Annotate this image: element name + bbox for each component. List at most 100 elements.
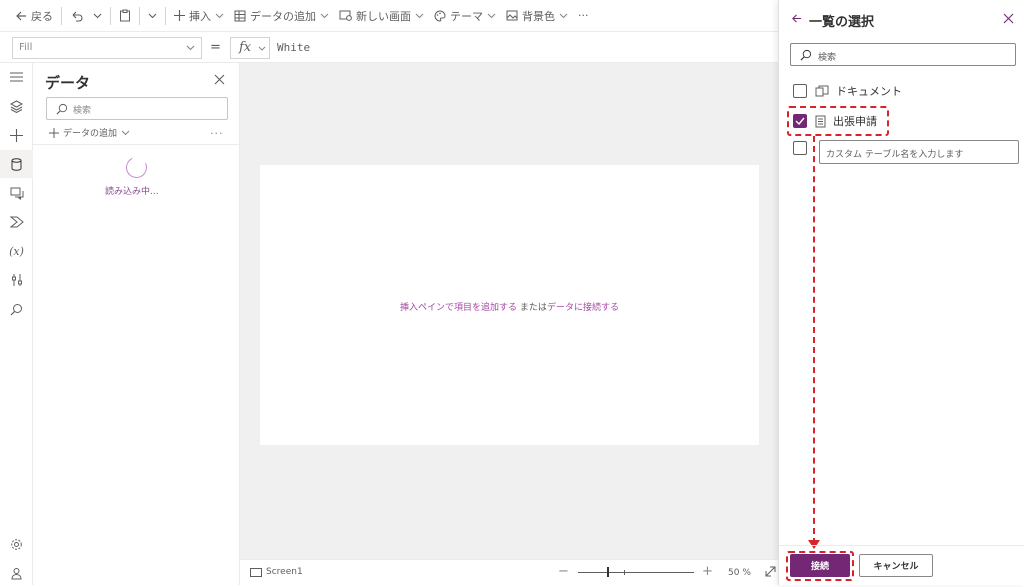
checkbox[interactable] (793, 84, 807, 98)
status-bar: Screen1 − + 50 % (240, 559, 778, 585)
left-rail: (x) (0, 63, 33, 585)
formula-input[interactable]: White (277, 41, 310, 54)
advanced-tools-rail-button[interactable] (0, 266, 33, 294)
plus-icon (174, 10, 185, 21)
panel-title: 一覧の選択 (809, 15, 875, 30)
hamburger-menu-button[interactable] (0, 63, 33, 91)
canvas-hint: 挿入ペインで項目を追加する またはデータに接続する (260, 300, 759, 313)
new-screen-button[interactable]: 新しい画面 (334, 0, 429, 32)
zoom-slider-thumb[interactable] (607, 567, 609, 577)
search-rail-button[interactable] (0, 295, 33, 323)
add-data-label: データの追加 (250, 9, 316, 23)
document-library-icon (815, 85, 829, 97)
background-color-label: 背景色 (522, 9, 555, 23)
tools-icon (11, 274, 22, 286)
connect-button[interactable]: 接続 (790, 554, 850, 577)
divider (33, 144, 240, 145)
new-screen-icon (339, 10, 352, 21)
panel-footer: 接続 キャンセル (779, 545, 1024, 585)
search-icon (56, 103, 68, 115)
command-bar: 戻る 挿入 データの追加 新しい画面 テーマ 背景色 ··· (0, 0, 778, 32)
connect-data-link[interactable]: データに接続する (547, 303, 619, 313)
loading-text: 読み込み中... (105, 187, 159, 197)
data-search-input[interactable]: 検索 (46, 97, 228, 120)
chevron-down-icon (121, 130, 130, 135)
background-color-button[interactable]: 背景色 (501, 0, 573, 32)
bot-icon (11, 567, 22, 579)
custom-table-name-input[interactable]: カスタム テーブル名を入力します (819, 140, 1019, 164)
back-label: 戻る (31, 9, 53, 23)
media-rail-button[interactable] (0, 179, 33, 207)
highlight-annotation (787, 106, 889, 136)
theme-label: テーマ (450, 9, 483, 23)
panel-back-button[interactable] (791, 13, 802, 24)
table-search-placeholder: 検索 (818, 53, 837, 63)
undo-button[interactable] (65, 0, 88, 32)
hamburger-icon (10, 72, 23, 82)
power-automate-rail-button[interactable] (0, 208, 33, 236)
panel-close-button[interactable] (1003, 13, 1014, 24)
new-screen-label: 新しい画面 (356, 9, 411, 23)
checkbox[interactable] (793, 141, 807, 155)
paste-button[interactable] (114, 0, 136, 32)
table-search-input[interactable]: 検索 (790, 43, 1016, 66)
chevron-down-icon (215, 13, 224, 18)
arrow-left-icon (16, 11, 26, 20)
screen-selector[interactable]: Screen1 (250, 567, 303, 577)
paste-dropdown[interactable] (143, 0, 162, 32)
media-icon (10, 187, 23, 200)
custom-table-row (793, 141, 807, 155)
zoom-in-button[interactable]: + (702, 564, 713, 579)
back-button[interactable]: 戻る (10, 0, 58, 32)
table-icon (234, 10, 246, 21)
screen-canvas[interactable]: 挿入ペインで項目を追加する またはデータに接続する (260, 165, 759, 445)
function-button[interactable]: fx (230, 37, 270, 59)
settings-rail-button[interactable] (0, 530, 33, 558)
screen-icon (250, 567, 262, 577)
data-pane-more-button[interactable]: ··· (210, 127, 224, 140)
virtual-agent-rail-button[interactable] (0, 559, 33, 587)
more-commands-label: ··· (578, 9, 589, 22)
screen-name: Screen1 (266, 567, 303, 577)
cancel-button[interactable]: キャンセル (859, 554, 933, 577)
theme-button[interactable]: テーマ (429, 0, 501, 32)
fit-to-window-button[interactable] (765, 566, 776, 577)
palette-icon (434, 9, 446, 22)
background-image-icon (506, 10, 518, 21)
choose-table-panel: 一覧の選択 検索 ドキュメント 出張申請 カスタム テーブル名を入力します 接続… (778, 0, 1024, 585)
toolbar-divider (139, 6, 140, 25)
zoom-out-button[interactable]: − (558, 564, 569, 579)
zoom-level: 50 % (728, 568, 751, 578)
chevron-down-icon (148, 13, 157, 18)
chevron-down-icon (487, 13, 496, 18)
insert-button[interactable]: 挿入 (169, 0, 229, 32)
toolbar-divider (61, 6, 62, 25)
search-icon (10, 303, 22, 315)
undo-icon (72, 11, 83, 22)
property-dropdown[interactable]: Fill (12, 37, 202, 59)
clipboard-icon (120, 9, 130, 22)
data-search-placeholder: 検索 (73, 106, 92, 116)
add-data-button[interactable]: データの追加 (229, 0, 334, 32)
power-automate-icon (9, 216, 24, 228)
variables-rail-button[interactable]: (x) (0, 237, 33, 265)
data-rail-button[interactable] (0, 150, 33, 178)
add-data-link[interactable]: データの追加 (49, 126, 130, 139)
insert-pane-link[interactable]: 挿入ペインで項目を追加する (400, 303, 517, 313)
chevron-down-icon (559, 13, 568, 18)
annotation-arrow-line (813, 136, 815, 544)
search-icon (800, 49, 812, 61)
insert-rail-button[interactable] (0, 121, 33, 149)
toolbar-divider (110, 6, 111, 25)
list-item[interactable]: ドキュメント (793, 83, 902, 99)
hint-or-text: または (517, 303, 547, 313)
chevron-down-icon (320, 13, 329, 18)
fx-label: fx (239, 40, 252, 55)
zoom-slider[interactable] (578, 572, 694, 573)
undo-dropdown[interactable] (88, 0, 107, 32)
more-commands-button[interactable]: ··· (573, 0, 594, 32)
data-pane-close-button[interactable] (214, 74, 228, 88)
canvas-area: 挿入ペインで項目を追加する またはデータに接続する (240, 63, 778, 559)
tree-view-button[interactable] (0, 92, 33, 120)
formula-bar: Fill = fx White (0, 32, 778, 63)
